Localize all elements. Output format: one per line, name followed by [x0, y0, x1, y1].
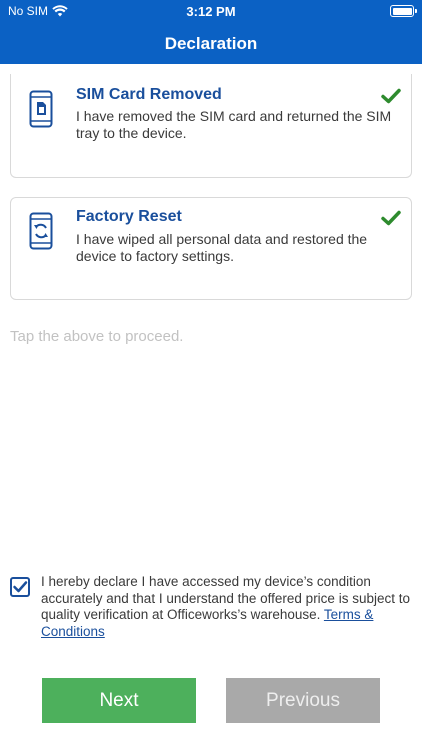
card-title: SIM Card Removed — [76, 86, 222, 103]
page-title: Declaration — [164, 34, 258, 53]
card-title: Factory Reset — [76, 208, 182, 225]
battery-icon — [390, 5, 417, 17]
status-time: 3:12 PM — [186, 4, 236, 19]
proceed-hint: Tap the above to proceed. — [10, 328, 184, 345]
declaration-checkbox[interactable] — [10, 577, 30, 597]
header: No SIM 3:12 PM Declaration — [0, 0, 422, 64]
previous-button[interactable]: Previous — [226, 678, 380, 723]
phone-sim-icon — [29, 90, 53, 128]
sim-removed-card[interactable]: SIM Card Removed I have removed the SIM … — [10, 74, 412, 178]
status-bar: No SIM 3:12 PM — [0, 0, 422, 22]
card-description: I have wiped all personal data and resto… — [76, 231, 368, 264]
check-icon — [381, 210, 401, 226]
declaration-text: I hereby declare I have accessed my devi… — [41, 574, 411, 640]
check-icon — [381, 88, 401, 104]
factory-reset-card[interactable]: Factory Reset I have wiped all personal … — [10, 197, 412, 300]
next-button[interactable]: Next — [42, 678, 196, 723]
phone-reset-icon — [29, 212, 53, 250]
card-description: I have removed the SIM card and returned… — [76, 108, 392, 141]
